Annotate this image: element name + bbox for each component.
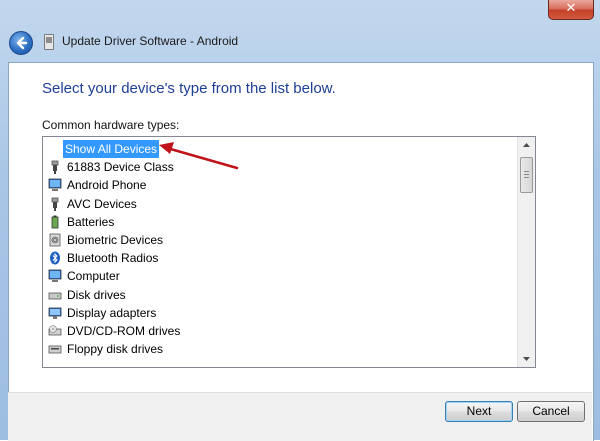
list-item[interactable]: Display adapters [43, 304, 517, 322]
list-item[interactable]: DVD/CD-ROM drives [43, 322, 517, 340]
annotation-arrow [159, 142, 239, 170]
bluetooth-icon [48, 251, 62, 265]
close-icon: ✕ [565, 1, 577, 16]
list-item-label: Display adapters [67, 305, 157, 320]
computer-monitor-icon [48, 269, 62, 283]
list-item[interactable]: Android Phone [43, 176, 517, 194]
hardware-types-list[interactable]: Show All Devices 61883 Device Class Androi… [42, 136, 536, 368]
device-manager-icon [44, 34, 54, 50]
computer-monitor-icon [48, 178, 62, 192]
list-item-label: AVC Devices [67, 196, 137, 211]
scroll-down-icon [523, 357, 530, 361]
scroll-up-button[interactable] [518, 137, 535, 154]
display-adapter-icon [48, 306, 62, 320]
list-item[interactable]: Batteries [43, 213, 517, 231]
list-item[interactable]: Biometric Devices [43, 231, 517, 249]
scroll-down-button[interactable] [518, 350, 535, 367]
list-item-label: Batteries [67, 214, 115, 229]
usb-plug-icon [48, 197, 62, 211]
next-button[interactable]: Next [445, 401, 513, 422]
usb-plug-icon [48, 160, 62, 175]
list-item-label: Android Phone [67, 178, 147, 193]
list-item-label: Disk drives [67, 287, 126, 302]
list-item[interactable]: Disk drives [43, 286, 517, 304]
disk-drive-icon [48, 288, 62, 302]
scroll-up-icon [523, 143, 530, 147]
list-item[interactable]: 61883 Device Class [43, 158, 517, 176]
scroll-thumb[interactable] [520, 157, 533, 193]
list-item[interactable]: Bluetooth Radios [43, 249, 517, 267]
floppy-drive-icon [48, 342, 62, 356]
close-button[interactable]: ✕ [548, 0, 594, 20]
back-arrow-icon [16, 36, 28, 50]
list-item-label: Show All Devices [63, 140, 160, 158]
hardware-types-label: Common hardware types: [42, 118, 180, 132]
vertical-scrollbar[interactable] [517, 137, 535, 367]
list-item[interactable]: Show All Devices [43, 140, 517, 158]
list-item-label: Computer [67, 269, 120, 284]
instruction-heading: Select your device's type from the list … [42, 80, 336, 97]
list-item-label: Biometric Devices [67, 232, 164, 247]
list-items: Show All Devices 61883 Device Class Androi… [43, 140, 517, 358]
battery-icon [48, 215, 62, 229]
window-title: Update Driver Software - Android [62, 34, 239, 48]
back-button[interactable] [9, 31, 33, 55]
list-item[interactable]: Computer [43, 267, 517, 285]
list-item-label: DVD/CD-ROM drives [67, 323, 181, 338]
list-item[interactable]: Floppy disk drives [43, 340, 517, 358]
cancel-button[interactable]: Cancel [517, 401, 585, 422]
dvd-drive-icon [48, 324, 62, 338]
list-item[interactable]: AVC Devices [43, 195, 517, 213]
fingerprint-icon [48, 233, 62, 247]
list-item-label: Bluetooth Radios [67, 251, 159, 266]
list-item-label: Floppy disk drives [67, 342, 164, 357]
